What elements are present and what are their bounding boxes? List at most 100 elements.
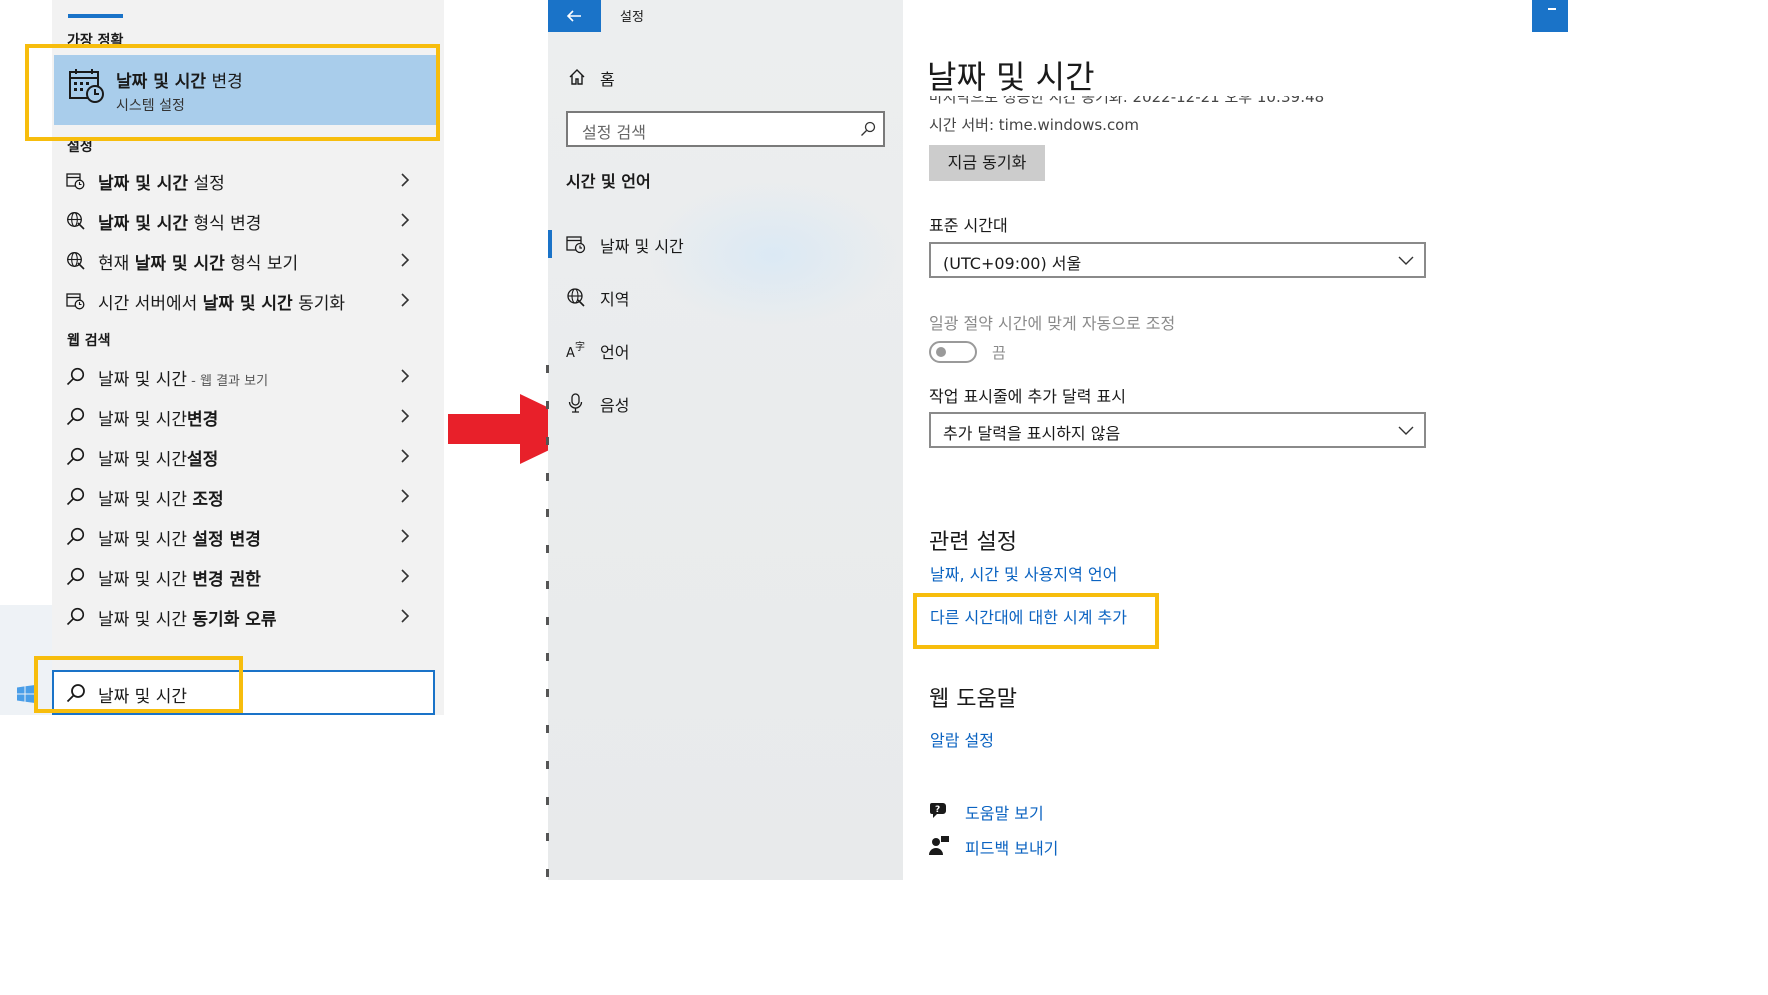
additional-calendar-value: 추가 달력을 표시하지 않음	[943, 424, 1121, 443]
window-edge-marks	[546, 365, 549, 885]
web-result-row[interactable]: 날짜 및 시간설정	[52, 436, 432, 476]
nav-item-label: 언어	[600, 343, 630, 362]
web-result-row[interactable]: 날짜 및 시간 동기화 오류	[52, 596, 432, 636]
settings-content-pane: 날짜 및 시간 마지막으로 성공한 시간 동기화: 2022-12-21 오후 …	[903, 0, 1768, 880]
chevron-right-icon	[401, 449, 410, 463]
get-help-link[interactable]: 도움말 보기	[965, 800, 1044, 824]
settings-result-row[interactable]: 시간 서버에서 날짜 및 시간 동기화	[52, 280, 432, 320]
time-server-text: 시간 서버: time.windows.com	[929, 116, 1139, 134]
link-region-language[interactable]: 날짜, 시간 및 사용지역 언어	[930, 561, 1117, 585]
search-icon	[66, 607, 85, 626]
settings-navigation-pane: 설정 홈 설정 검색 시간 및 언어 날짜 및 시간 지역 A 字 언어 음성	[548, 0, 903, 880]
settings-result-row[interactable]: 날짜 및 시간 설정	[52, 160, 432, 200]
nav-item-language[interactable]: A 字 언어	[548, 328, 903, 372]
nav-item-date-time[interactable]: 날짜 및 시간	[548, 222, 903, 266]
nav-item-label: 지역	[600, 290, 630, 309]
svg-text:?: ?	[935, 805, 940, 815]
result-label: 날짜 및 시간 설정	[98, 174, 225, 194]
search-icon	[66, 407, 85, 426]
chevron-down-icon	[1398, 426, 1414, 435]
chevron-right-icon	[401, 369, 410, 383]
svg-text:字: 字	[575, 340, 585, 353]
result-label: 날짜 및 시간변경	[98, 410, 219, 430]
settings-search-input[interactable]: 설정 검색	[566, 111, 885, 147]
nav-home-label: 홈	[600, 70, 615, 89]
result-label: 시간 서버에서 날짜 및 시간 동기화	[98, 294, 346, 314]
timezone-value: (UTC+09:00) 서울	[943, 254, 1082, 273]
result-label: 날짜 및 시간 설정 변경	[98, 530, 261, 550]
timezone-label: 표준 시간대	[929, 216, 1008, 235]
chevron-right-icon	[401, 489, 410, 503]
settings-result-row[interactable]: 현재 날짜 및 시간 형식 보기	[52, 240, 432, 280]
active-tab-indicator	[68, 14, 123, 18]
nav-item-region[interactable]: 지역	[548, 275, 903, 319]
highlight-search-box	[34, 656, 243, 713]
result-label: 날짜 및 시간 - 웹 결과 보기	[98, 370, 269, 390]
highlight-best-match	[25, 44, 440, 141]
search-icon	[861, 121, 876, 136]
sync-now-button[interactable]: 지금 동기화	[929, 145, 1045, 181]
nav-item-speech[interactable]: 음성	[548, 381, 903, 425]
toggle-knob	[936, 347, 946, 357]
last-sync-text: 마지막으로 성공한 시간 동기화: 2022-12-21 오후 10:39:48	[929, 96, 1325, 106]
additional-calendar-label: 작업 표시줄에 추가 달력 표시	[929, 387, 1126, 406]
back-arrow-icon	[566, 10, 581, 22]
chevron-right-icon	[401, 409, 410, 423]
chevron-right-icon	[401, 293, 410, 307]
globe-icon	[67, 252, 85, 270]
search-icon	[66, 367, 85, 386]
search-icon	[66, 447, 85, 466]
calendar-clock-icon	[66, 293, 85, 310]
result-label: 날짜 및 시간 동기화 오류	[98, 610, 277, 630]
back-button[interactable]	[548, 0, 601, 32]
chevron-right-icon	[401, 569, 410, 583]
result-label: 날짜 및 시간 형식 변경	[98, 214, 262, 234]
web-search-header: 웹 검색	[67, 333, 111, 349]
search-icon	[66, 567, 85, 586]
chevron-right-icon	[401, 609, 410, 623]
dst-toggle[interactable]	[929, 341, 977, 363]
web-result-row[interactable]: 날짜 및 시간 변경 권한	[52, 556, 432, 596]
settings-search-placeholder: 설정 검색	[582, 123, 646, 142]
nav-section-title: 시간 및 언어	[566, 172, 651, 191]
dst-label: 일광 절약 시간에 맞게 자동으로 조정	[929, 314, 1176, 333]
minimize-button[interactable]	[1532, 0, 1568, 32]
chevron-right-icon	[401, 213, 410, 227]
result-label: 날짜 및 시간 조정	[98, 490, 224, 510]
globe-icon	[67, 212, 85, 230]
result-label: 날짜 및 시간설정	[98, 450, 219, 470]
settings-result-row[interactable]: 날짜 및 시간 형식 변경	[52, 200, 432, 240]
web-result-row[interactable]: 날짜 및 시간 조정	[52, 476, 432, 516]
additional-calendar-dropdown[interactable]: 추가 달력을 표시하지 않음	[929, 412, 1426, 448]
chevron-right-icon	[401, 173, 410, 187]
timezone-dropdown[interactable]: (UTC+09:00) 서울	[929, 242, 1426, 278]
chevron-right-icon	[401, 253, 410, 267]
nav-item-label: 날짜 및 시간	[600, 237, 684, 256]
nav-item-label: 음성	[600, 396, 630, 415]
link-alarm-settings[interactable]: 알람 설정	[930, 727, 994, 751]
dst-state: 끔	[992, 344, 1006, 362]
related-settings-heading: 관련 설정	[929, 530, 1017, 555]
search-icon	[66, 527, 85, 546]
microphone-icon	[568, 393, 583, 413]
chevron-down-icon	[1398, 256, 1414, 265]
minimize-icon	[1548, 8, 1556, 10]
web-help-heading: 웹 도움말	[929, 687, 1017, 712]
result-label: 현재 날짜 및 시간 형식 보기	[98, 254, 299, 274]
feedback-person-icon	[929, 836, 949, 855]
windows-logo-icon[interactable]	[17, 685, 35, 703]
search-icon	[66, 487, 85, 506]
home-icon	[569, 69, 585, 85]
svg-text:A: A	[566, 346, 575, 360]
web-result-row[interactable]: 날짜 및 시간 - 웹 결과 보기	[52, 356, 432, 396]
web-result-row[interactable]: 날짜 및 시간변경	[52, 396, 432, 436]
calendar-clock-icon	[66, 173, 85, 190]
feedback-link[interactable]: 피드백 보내기	[965, 835, 1058, 859]
chevron-right-icon	[401, 529, 410, 543]
calendar-clock-icon	[566, 236, 586, 254]
globe-icon	[567, 288, 585, 307]
language-icon: A 字	[566, 340, 585, 360]
help-chat-icon: ?	[930, 803, 946, 818]
window-title: 설정	[620, 10, 644, 25]
web-result-row[interactable]: 날짜 및 시간 설정 변경	[52, 516, 432, 556]
